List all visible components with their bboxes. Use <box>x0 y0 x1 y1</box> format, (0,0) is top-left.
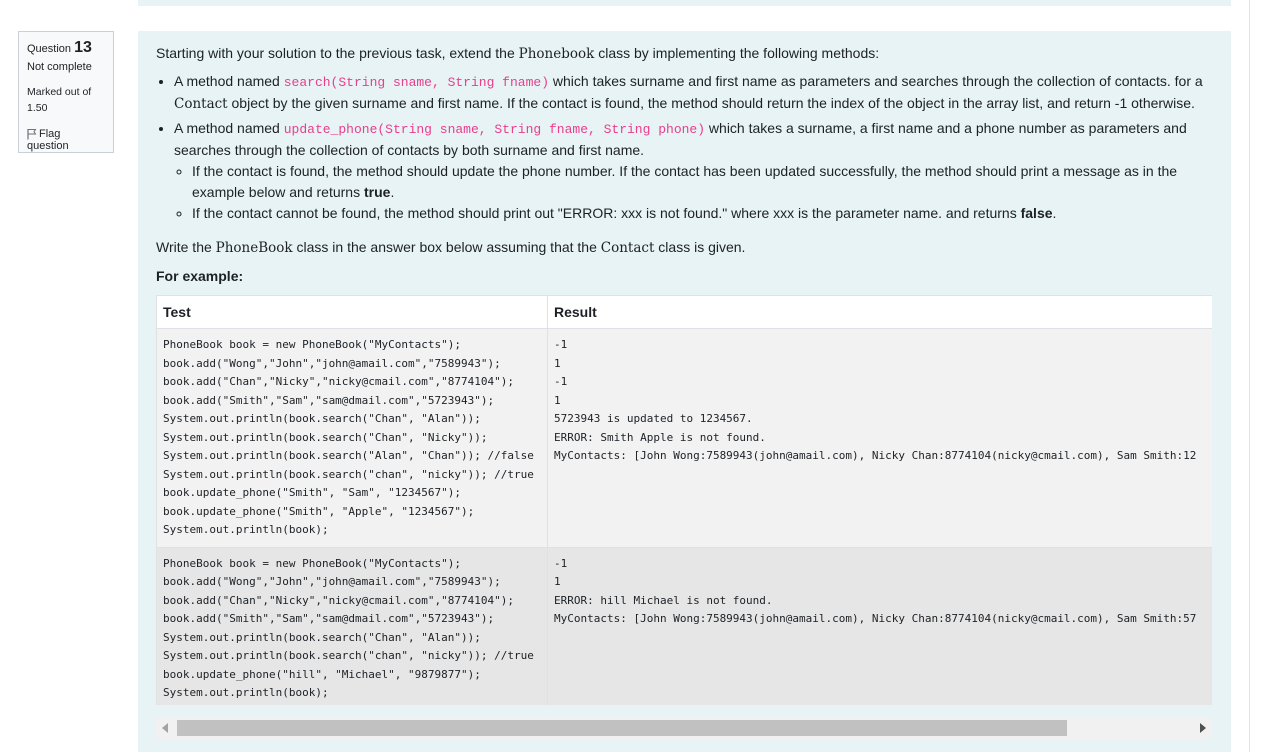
example-table-viewport: Test Result PhoneBook book = new PhoneBo… <box>156 295 1212 705</box>
question-word: Question <box>27 43 72 55</box>
question-number: 13 <box>74 39 92 56</box>
s2-text-1: If the contact cannot be found, the meth… <box>192 205 1021 221</box>
search-method-item: A method named search(String sname, Stri… <box>174 71 1216 115</box>
intro-text-1: Starting with your solution to the previ… <box>156 45 519 61</box>
s1-text-1: If the contact is found, the method shou… <box>192 163 1178 200</box>
update-subitems: If the contact is found, the method shou… <box>174 161 1216 224</box>
b2-text-1: A method named <box>174 120 284 136</box>
example-table: Test Result PhoneBook book = new PhoneBo… <box>156 295 1212 705</box>
test-code: PhoneBook book = new PhoneBook("MyContac… <box>163 338 534 536</box>
write-text-2: class in the answer box below assuming t… <box>292 239 601 255</box>
grade-info: Marked out of 1.50 <box>27 86 92 114</box>
intro-class-name: Phonebook <box>518 46 595 62</box>
scrollbar-thumb[interactable] <box>177 720 1067 736</box>
page-right-border <box>1249 0 1250 752</box>
intro-text-2: class by implementing the following meth… <box>594 45 880 61</box>
intro-paragraph: Starting with your solution to the previ… <box>156 43 1216 65</box>
completion-state: Not complete <box>27 61 92 73</box>
question-content: Starting with your solution to the previ… <box>138 31 1231 752</box>
scroll-left-arrow-icon[interactable] <box>162 723 168 733</box>
search-signature: search(String sname, String fname) <box>283 75 549 90</box>
write-text-1: Write the <box>156 239 216 255</box>
result-output: -1 1 -1 1 5723943 is updated to 1234567.… <box>554 338 1197 462</box>
s1-true: true <box>364 184 391 200</box>
write-class-name-2: Contact <box>600 240 655 256</box>
previous-question-strip <box>138 0 1231 6</box>
question-info-panel: Question 13 Not complete Marked out of 1… <box>18 31 114 153</box>
table-header-row: Test Result <box>156 295 1212 329</box>
result-cell: -1 1 ERROR: hill Michael is not found. M… <box>547 546 1212 705</box>
for-example-label: For example: <box>156 268 244 284</box>
question-text: Starting with your solution to the previ… <box>156 43 1216 287</box>
result-output: -1 1 ERROR: hill Michael is not found. M… <box>554 556 1197 626</box>
s2-text-2: . <box>1052 205 1057 221</box>
write-class-name: PhoneBook <box>215 240 293 256</box>
test-code: PhoneBook book = new PhoneBook("MyContac… <box>163 556 534 700</box>
result-cell: -1 1 -1 1 5723943 is updated to 1234567.… <box>547 328 1212 548</box>
write-text-3: class is given. <box>654 239 746 255</box>
b1-text-2: which takes surname and first name as pa… <box>549 73 1203 89</box>
table-row: PhoneBook book = new PhoneBook("MyContac… <box>156 546 1212 705</box>
s1-text-2: . <box>390 184 395 200</box>
header-result: Result <box>547 295 1212 329</box>
s2-false: false <box>1020 205 1053 221</box>
table-row: PhoneBook book = new PhoneBook("MyContac… <box>156 328 1212 548</box>
update-phone-signature: update_phone(String sname, String fname,… <box>283 122 706 137</box>
test-cell: PhoneBook book = new PhoneBook("MyContac… <box>156 328 548 548</box>
scroll-right-arrow-icon[interactable] <box>1200 723 1206 733</box>
found-case-item: If the contact is found, the method shou… <box>192 161 1216 203</box>
b1-text-3: object by the given surname and first na… <box>227 95 1195 111</box>
b1-class-name: Contact <box>174 96 228 112</box>
horizontal-scrollbar[interactable] <box>156 717 1212 739</box>
header-test: Test <box>156 295 548 329</box>
not-found-case-item: If the contact cannot be found, the meth… <box>192 203 1216 224</box>
write-paragraph: Write the PhoneBook class in the answer … <box>156 237 1216 259</box>
flag-question-link[interactable]: Flag question <box>27 128 105 152</box>
methods-list: A method named search(String sname, Stri… <box>156 71 1216 224</box>
flag-icon <box>27 129 37 140</box>
update-method-item: A method named update_phone(String sname… <box>174 118 1216 224</box>
question-number-row: Question 13 <box>27 39 105 57</box>
b1-text-1: A method named <box>174 73 284 89</box>
test-cell: PhoneBook book = new PhoneBook("MyContac… <box>156 546 548 705</box>
